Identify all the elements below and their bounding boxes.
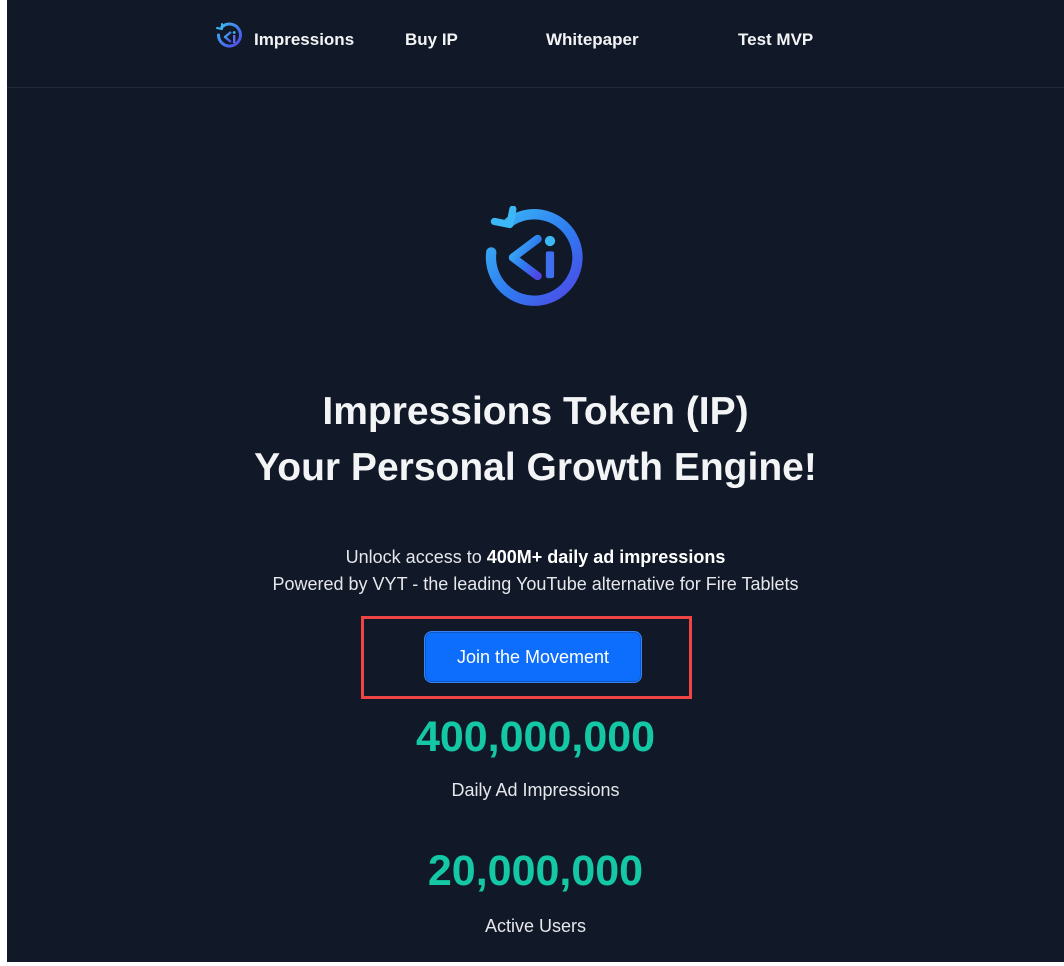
stat-label-impressions: Daily Ad Impressions (451, 780, 620, 800)
hero-headline-line2: Your Personal Growth Engine! (254, 446, 817, 489)
nav-brand-link[interactable]: Impressions (214, 22, 354, 57)
nav-link-whitepaper[interactable]: Whitepaper (546, 30, 639, 50)
join-movement-button[interactable]: Join the Movement (424, 631, 642, 683)
tagline-highlight: 400M+ daily ad impressions (486, 547, 726, 567)
tagline-prefix: Unlock access to (345, 547, 487, 567)
window-frame-left (0, 0, 7, 966)
hero-tagline: Unlock access to 400M+ daily ad impressi… (7, 547, 1064, 568)
impressions-logo-icon (214, 22, 244, 57)
stat-value-impressions: 400,000,000 (415, 713, 656, 761)
window-frame-bottom (0, 962, 1064, 966)
stat-value-users: 20,000,000 (427, 847, 644, 895)
stat-label-users: Active Users (484, 916, 587, 936)
top-navbar: Impressions Buy IP Whitepaper Test MVP (7, 0, 1064, 88)
nav-link-test-mvp[interactable]: Test MVP (738, 30, 813, 50)
hero-headline-line1: Impressions Token (IP) (322, 390, 749, 433)
hero-tagline-line2: Powered by VYT - the leading YouTube alt… (272, 574, 799, 594)
hero-logo-icon (482, 205, 585, 309)
nav-link-buy-ip[interactable]: Buy IP (405, 30, 458, 50)
brand-label: Impressions (254, 29, 355, 49)
